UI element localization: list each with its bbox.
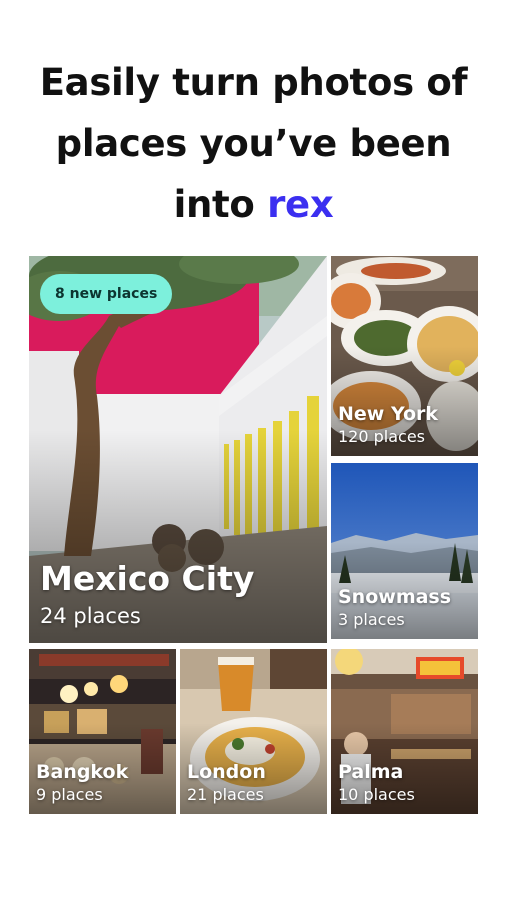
palma-name: Palma <box>338 761 404 783</box>
place-card-london[interactable]: London 21 places <box>180 649 327 814</box>
place-card-palma[interactable]: Palma 10 places <box>331 649 478 814</box>
place-card-snowmass[interactable]: Snowmass 3 places <box>331 463 478 639</box>
new-places-badge: 8 new places <box>40 274 173 314</box>
brand-name: rex <box>267 183 334 226</box>
mexico-city-caption: Mexico City 24 places <box>40 557 254 631</box>
london-count: 21 places <box>187 785 264 804</box>
snowmass-name: Snowmass <box>338 586 452 608</box>
mexico-city-count: 24 places <box>40 604 141 628</box>
new-york-count: 120 places <box>338 427 426 446</box>
new-york-caption: New York 120 places <box>338 402 438 448</box>
palma-caption: Palma 10 places <box>338 760 415 806</box>
snowmass-caption: Snowmass 3 places <box>338 585 451 631</box>
headline-line-2: places you’ve been <box>55 122 452 165</box>
headline-line-3: into rex <box>0 174 507 235</box>
new-york-name: New York <box>338 403 439 425</box>
place-card-mexico-city[interactable]: 8 new places Mexico City 24 places <box>29 256 327 643</box>
mexico-city-name: Mexico City <box>40 559 255 598</box>
headline-into: into <box>173 183 268 226</box>
place-card-new-york[interactable]: New York 120 places <box>331 256 478 456</box>
bangkok-count: 9 places <box>36 785 103 804</box>
palma-count: 10 places <box>338 785 415 804</box>
headline: Easily turn photos of places you’ve been… <box>0 52 507 235</box>
london-caption: London 21 places <box>187 760 266 806</box>
bangkok-caption: Bangkok 9 places <box>36 760 128 806</box>
snowmass-count: 3 places <box>338 610 405 629</box>
headline-line-1: Easily turn photos of <box>39 61 468 104</box>
place-card-bangkok[interactable]: Bangkok 9 places <box>29 649 176 814</box>
london-name: London <box>187 761 266 783</box>
bangkok-name: Bangkok <box>36 761 129 783</box>
